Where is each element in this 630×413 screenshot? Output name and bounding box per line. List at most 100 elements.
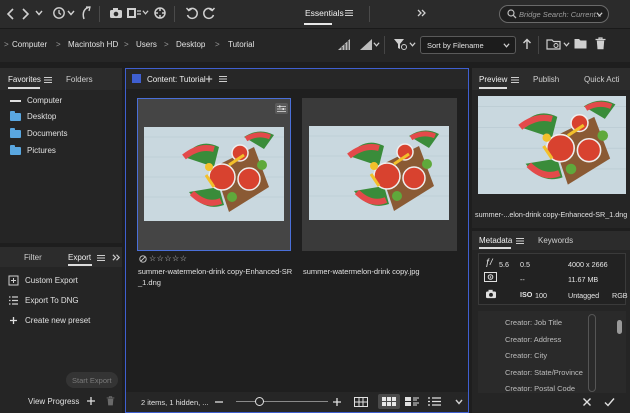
favorite-label: Desktop — [27, 112, 57, 121]
favorite-item-pictures[interactable]: Pictures — [10, 144, 56, 155]
search-input[interactable]: Bridge Search: Current... — [499, 5, 609, 23]
toolbar-divider — [174, 6, 175, 22]
panel-menu-icon[interactable] — [511, 76, 519, 84]
breadcrumb-separator: > — [4, 40, 9, 49]
recent-files-icon[interactable] — [51, 6, 67, 20]
tab-filter[interactable]: Filter — [24, 253, 42, 262]
export-item-create-preset[interactable]: Create new preset — [8, 315, 90, 326]
toolbar-divider — [99, 6, 100, 22]
tab-publish[interactable]: Publish — [533, 75, 559, 84]
export-item-export-to-dng[interactable]: Export To DNG — [8, 295, 79, 306]
chevron-down-icon[interactable] — [455, 398, 463, 406]
metadata-field-label: Creator: City — [505, 351, 548, 360]
reject-icon[interactable] — [139, 255, 147, 263]
breadcrumb-separator: > — [164, 40, 169, 49]
favorite-item-documents[interactable]: Documents — [10, 127, 68, 138]
apply-icon[interactable] — [604, 397, 615, 407]
tab-keywords[interactable]: Keywords — [538, 236, 573, 245]
delete-icon[interactable] — [595, 37, 606, 50]
thumbnail-view-button[interactable] — [378, 394, 400, 409]
chevron-down-icon[interactable] — [373, 41, 380, 48]
batch-rename-icon[interactable] — [126, 6, 142, 20]
breadcrumb-separator: > — [56, 40, 61, 49]
rating-stars[interactable]: ☆☆☆☆☆ — [149, 254, 187, 263]
ascending-sort-icon[interactable] — [522, 38, 532, 50]
more-workspaces-icon[interactable] — [417, 8, 427, 18]
breadcrumb-users[interactable]: Users — [136, 40, 157, 49]
tab-export[interactable]: Export — [68, 253, 91, 262]
list-view-icon[interactable] — [428, 397, 441, 406]
thumbnail-card[interactable] — [137, 98, 291, 251]
delete-icon[interactable] — [106, 396, 115, 406]
breadcrumb-tutorial[interactable]: Tutorial — [228, 40, 254, 49]
thumbnails-view-icon — [382, 397, 396, 406]
chevron-down-icon[interactable] — [409, 41, 416, 48]
metadata-edit-column — [588, 314, 596, 392]
expand-panel-icon[interactable] — [112, 253, 121, 262]
chevron-down-icon[interactable] — [35, 9, 43, 17]
rating-filter-icon[interactable] — [359, 38, 373, 51]
favorite-label: Documents — [27, 129, 68, 138]
add-icon[interactable] — [86, 396, 96, 406]
panel-menu-icon[interactable] — [219, 75, 227, 83]
chevron-down-icon[interactable] — [142, 9, 149, 16]
cancel-icon[interactable] — [582, 397, 592, 407]
back-icon[interactable] — [6, 7, 16, 21]
filter-icon[interactable] — [393, 37, 407, 51]
refine-icon[interactable] — [153, 6, 167, 20]
chevron-down-icon[interactable] — [67, 9, 75, 17]
forward-icon[interactable] — [20, 7, 30, 21]
breadcrumb-macintosh-hd[interactable]: Macintosh HD — [68, 40, 118, 49]
filter-settings-icon[interactable] — [275, 103, 288, 114]
metadata-scrollbar-thumb[interactable] — [617, 320, 622, 334]
panel-menu-icon[interactable] — [44, 76, 52, 84]
return-to-photoshop-icon[interactable] — [80, 5, 92, 21]
folder-icon — [10, 110, 21, 121]
chevron-down-icon[interactable] — [563, 41, 570, 48]
start-export-button[interactable]: Start Export — [66, 372, 118, 388]
zoom-slider-track[interactable] — [236, 401, 328, 402]
tab-folders[interactable]: Folders — [66, 75, 93, 84]
iso-label: ISO — [520, 290, 533, 299]
tab-preview[interactable]: Preview — [479, 75, 507, 84]
lock-grid-icon[interactable] — [354, 397, 368, 407]
breadcrumb-desktop[interactable]: Desktop — [176, 40, 205, 49]
thumbnail-card[interactable] — [302, 98, 457, 251]
sort-dropdown[interactable]: Sort by Filename — [420, 36, 516, 54]
add-tab-icon[interactable] — [205, 75, 213, 83]
workspace-tab-essentials[interactable]: Essentials — [299, 5, 359, 23]
zoom-in-icon[interactable] — [332, 397, 342, 407]
workspace-active-indicator — [304, 23, 332, 25]
tab-favorites[interactable]: Favorites — [8, 75, 41, 84]
rotate-left-icon[interactable] — [185, 6, 199, 20]
details-view-icon[interactable] — [405, 397, 419, 406]
zoom-slider-thumb[interactable] — [254, 397, 264, 406]
thumbnail-filename-line1: summer-watermelon-drink copy-Enhanced-SR — [138, 267, 293, 276]
thumbnail-image — [309, 126, 449, 220]
chevron-down-icon[interactable] — [596, 11, 603, 18]
rotate-right-icon[interactable] — [202, 6, 216, 20]
quality-options-icon[interactable] — [337, 38, 351, 51]
breadcrumb-computer[interactable]: Computer — [12, 40, 47, 49]
panel-menu-icon[interactable] — [97, 254, 105, 262]
export-item-label: Export To DNG — [25, 296, 79, 305]
new-folder-icon[interactable] — [574, 38, 587, 49]
export-item-custom-export[interactable]: Custom Export — [8, 275, 78, 286]
camera-icon[interactable] — [109, 7, 123, 19]
metadata-field-label: Creator: Job Title — [505, 318, 563, 327]
shutter-value: 0.5 — [520, 260, 530, 269]
favorite-item-desktop[interactable]: Desktop — [10, 110, 57, 121]
favorite-label: Computer — [27, 96, 63, 105]
camera-icon — [485, 289, 497, 299]
menu-icon[interactable] — [345, 9, 353, 17]
favorite-item-computer[interactable]: Computer — [10, 96, 62, 105]
zoom-out-icon[interactable] — [214, 397, 224, 407]
view-progress-link[interactable]: View Progress — [28, 397, 79, 406]
exposure-value: -- — [520, 275, 525, 284]
tab-quick-actions[interactable]: Quick Acti — [584, 75, 620, 84]
open-recent-folder-icon[interactable] — [546, 38, 562, 50]
start-export-label: Start Export — [72, 375, 112, 385]
panel-menu-icon[interactable] — [516, 237, 524, 245]
tab-metadata[interactable]: Metadata — [479, 236, 512, 245]
toolbar-divider — [369, 6, 370, 22]
